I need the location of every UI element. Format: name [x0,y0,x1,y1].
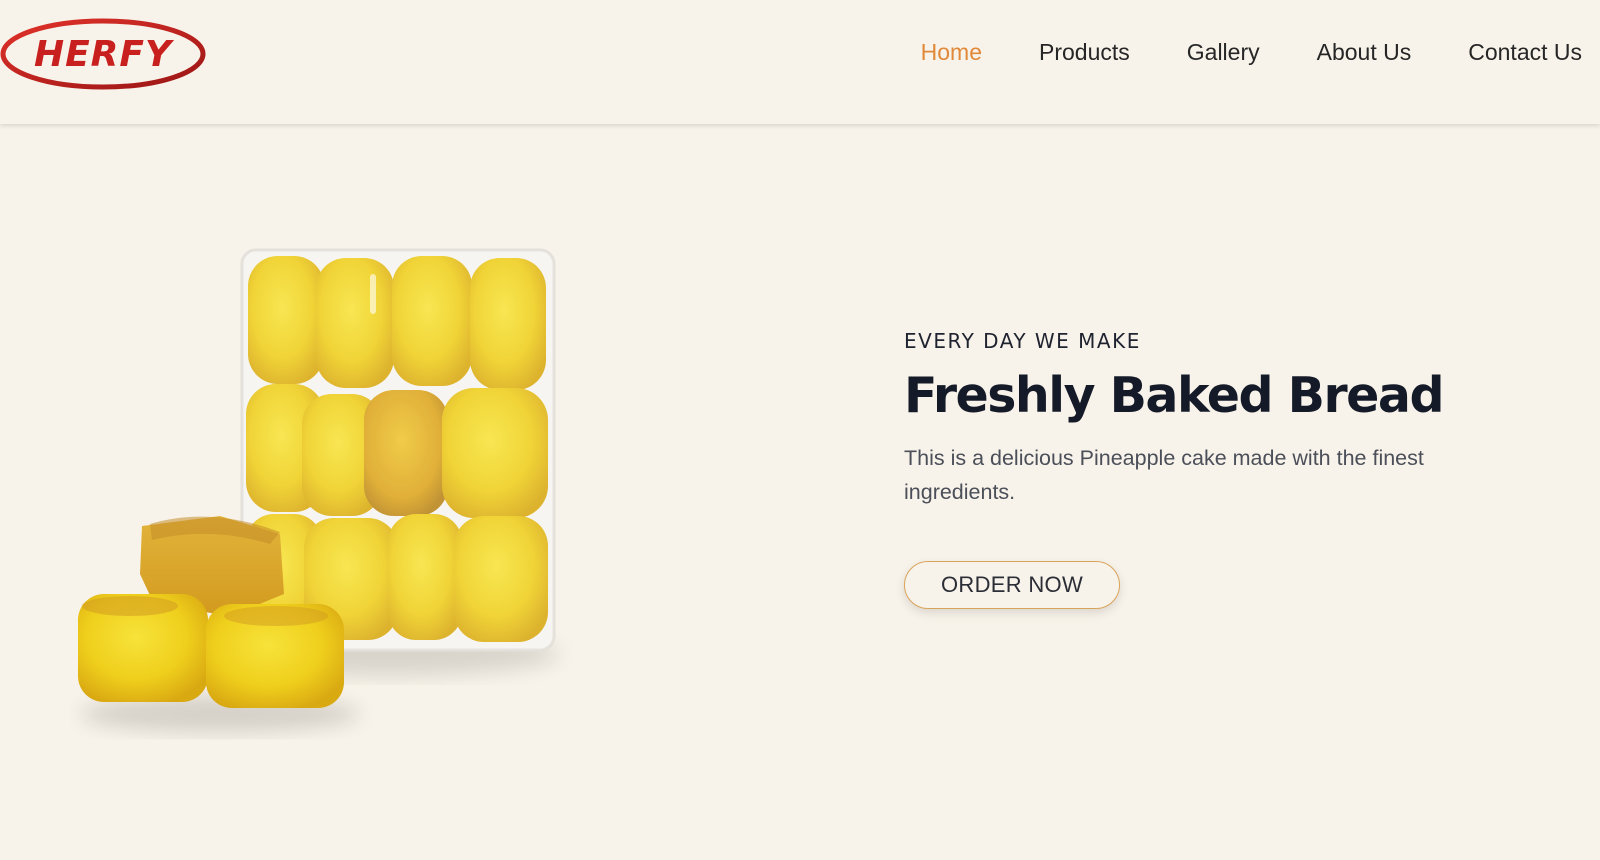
hero-title: Freshly Baked Bread [904,367,1445,424]
order-now-button[interactable]: ORDER NOW [904,561,1120,609]
hero-text-block: EVERY DAY WE MAKE Freshly Baked Bread Th… [904,329,1504,609]
nav-gallery[interactable]: Gallery [1187,39,1260,66]
hero-eyebrow: EVERY DAY WE MAKE [904,329,1141,353]
nav-home[interactable]: Home [921,39,982,66]
hero-section: EVERY DAY WE MAKE Freshly Baked Bread Th… [0,124,1600,860]
nav-about-us[interactable]: About Us [1317,39,1412,66]
nav-products[interactable]: Products [1039,39,1130,66]
hero-description: This is a delicious Pineapple cake made … [904,445,1424,504]
nav-contact-us[interactable]: Contact Us [1468,39,1582,66]
main-nav: Home Products Gallery About Us Contact U… [921,0,1600,104]
pineapple-cake-image [70,244,610,744]
svg-text:HERFY: HERFY [34,34,175,75]
site-header: HERFY Home Products Gallery About Us Con… [0,0,1600,124]
herfy-logo[interactable]: HERFY [0,16,210,92]
